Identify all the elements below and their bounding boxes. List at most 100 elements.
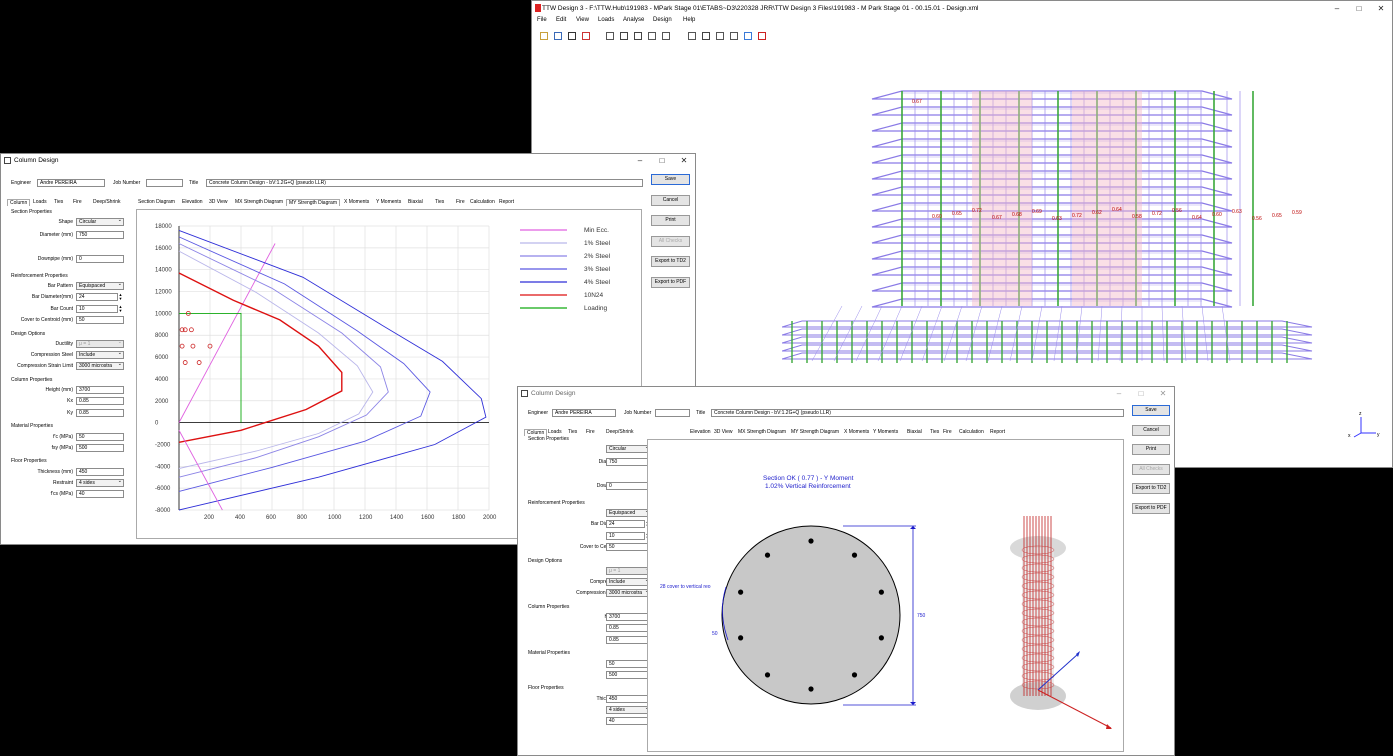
job-number-field[interactable] [146,179,183,187]
diameter-field[interactable]: 750 [76,230,124,239]
tab-report[interactable]: Report [988,429,1007,435]
tab-fire[interactable]: Fire [454,199,467,205]
downpipe-field[interactable]: 0 [76,255,124,264]
bardia-field[interactable]: 24 [76,293,118,302]
select-icon[interactable] [648,32,656,40]
barcount-field[interactable]: 10 [606,531,645,540]
save-button[interactable]: Save [1132,405,1170,416]
diameter-field[interactable]: 750 [606,457,651,466]
cancel-button[interactable]: Cancel [1132,424,1170,436]
fc-field[interactable]: 50 [606,659,651,668]
tab-ties[interactable]: Ties [566,429,579,435]
tab-deep-shrink[interactable]: Deep/Shrink [91,199,123,205]
compsteel-dropdown[interactable]: Include [606,578,651,587]
export-to-pdf-button[interactable]: Export to PDF [1132,502,1170,514]
fcs-field[interactable]: 40 [606,717,651,726]
downpipe-field[interactable]: 0 [606,482,651,491]
import-icon[interactable] [554,32,562,40]
print-button[interactable]: Print [651,215,690,226]
close-icon[interactable]: ✕ [1152,387,1174,400]
tab-fire[interactable]: Fire [71,199,84,205]
export-to-pdf-button[interactable]: Export to PDF [651,276,690,288]
menu-edit[interactable]: Edit [556,17,566,23]
job-number-field[interactable] [655,409,690,417]
cover-field[interactable]: 50 [76,316,124,325]
stepper-icon[interactable]: ▲▼ [118,293,123,301]
tab-deep-shrink[interactable]: Deep/Shrink [604,429,636,435]
tab-calculation[interactable]: Calculation [468,199,497,205]
open-icon[interactable] [540,32,548,40]
all-checks-button[interactable]: All Checks [651,235,690,247]
tab-y-moments[interactable]: Y Moments [871,429,900,435]
shape-dropdown[interactable]: Circular [76,218,124,227]
engineer-field[interactable]: Andre PEREIRA [37,179,105,187]
settings-icon[interactable] [744,32,752,40]
tab-loads[interactable]: Loads [31,199,49,205]
title-field[interactable]: Concrete Column Design - bV:1.2G+Q (pseu… [206,179,643,187]
tab-ties[interactable]: Ties [52,199,65,205]
tab-fire[interactable]: Fire [941,429,954,435]
cover-field[interactable]: 50 [606,543,651,552]
tab-my-strength-diagram[interactable]: MY Strength Diagram [286,199,340,206]
maximize-icon[interactable]: □ [651,154,673,167]
building-icon[interactable] [702,32,710,40]
bardia-field[interactable]: 24 [606,520,645,529]
tab-loads[interactable]: Loads [546,429,564,435]
move-icon[interactable] [606,32,614,40]
export-to-td2-button[interactable]: Export to TD2 [1132,483,1170,494]
menu-design[interactable]: Design [653,17,672,23]
all-checks-button[interactable]: All Checks [1132,463,1170,475]
tab-elevation[interactable]: Elevation [180,199,205,205]
tab-my-strength-diagram[interactable]: MY Strength Diagram [789,429,841,435]
tab-ties[interactable]: Ties [433,199,446,205]
tab-column[interactable]: Column [524,429,548,436]
close-icon[interactable]: ✕ [1370,1,1392,16]
tab-3d-view[interactable]: 3D View [712,429,735,435]
barcount-field[interactable]: 10 [76,304,118,313]
fsy-field[interactable]: 500 [606,670,651,679]
minimize-icon[interactable]: – [629,154,651,167]
pattern-dropdown[interactable]: Equispaced [76,282,124,291]
tab-column[interactable]: Column [7,199,31,206]
thick-field[interactable]: 450 [76,467,124,476]
layers-icon[interactable] [688,32,696,40]
fc-field[interactable]: 50 [76,432,124,441]
menu-loads[interactable]: Loads [598,17,614,23]
tab-calculation[interactable]: Calculation [957,429,986,435]
tab-x-moments[interactable]: X Moments [342,199,371,205]
tab-fire[interactable]: Fire [584,429,597,435]
compstrain-dropdown[interactable]: 3000 microstra [76,362,124,371]
view-icon[interactable] [730,32,738,40]
print-button[interactable]: Print [1132,444,1170,455]
tab-y-moments[interactable]: Y Moments [374,199,403,205]
tab-elevation[interactable]: Elevation [688,429,713,435]
tab-report[interactable]: Report [497,199,516,205]
tab-ties[interactable]: Ties [928,429,941,435]
fcs-field[interactable]: 40 [76,490,124,499]
restraint-dropdown[interactable]: 4 sides [606,705,651,714]
height-field[interactable]: 3700 [76,386,124,395]
stepper-icon[interactable]: ▲▼ [118,304,123,313]
cancel-button[interactable]: Cancel [651,194,690,206]
rotate-icon[interactable] [620,32,628,40]
tab-biaxial[interactable]: Biaxial [905,429,924,435]
measure-icon[interactable] [662,32,670,40]
pattern-dropdown[interactable]: Equispaced [606,509,651,518]
ky-field[interactable]: 0.85 [76,408,124,417]
tab-mx-strength-diagram[interactable]: MX Strength Diagram [233,199,285,205]
engineer-field[interactable]: Andre PEREIRA [552,409,616,417]
menu-analyse[interactable]: Analyse [623,17,644,23]
maximize-icon[interactable]: □ [1348,1,1370,16]
save-icon[interactable] [568,32,576,40]
close-icon[interactable]: ✕ [673,154,695,167]
tab-mx-strength-diagram[interactable]: MX Strength Diagram [736,429,788,435]
tab-3d-view[interactable]: 3D View [207,199,230,205]
tab-section-diagram[interactable]: Section Diagram [136,199,177,205]
minimize-icon[interactable]: – [1326,1,1348,16]
compsteel-dropdown[interactable]: Include [76,351,124,360]
height-field[interactable]: 3700 [606,613,651,622]
help-icon[interactable] [758,32,766,40]
save-button[interactable]: Save [651,174,690,185]
ky-field[interactable]: 0.85 [606,635,651,644]
export-to-td2-button[interactable]: Export to TD2 [651,256,690,267]
